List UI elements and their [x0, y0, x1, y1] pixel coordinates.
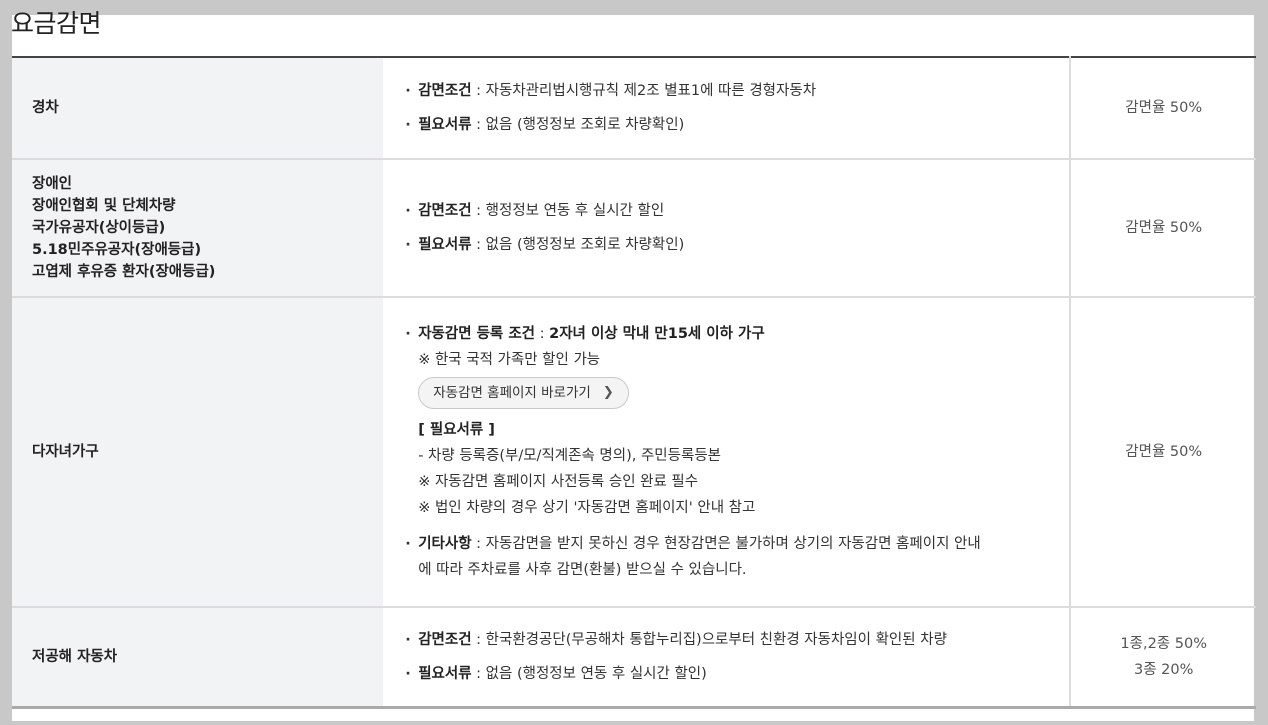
docs-term: 필요서류 — [418, 117, 472, 133]
bullet-icon: · — [405, 203, 411, 219]
docs-list-item: ※ 법인 차량의 경우 상기 '자동감면 홈페이지' 안내 참고 — [418, 500, 756, 516]
discount-rate: 1종,2종 50% — [1120, 635, 1207, 652]
nationality-note: ※ 한국 국적 가족만 할인 가능 — [418, 352, 601, 368]
row-label: 다자녀가구 — [32, 444, 99, 460]
docs-list-item: ※ 자동감면 홈페이지 사전등록 승인 완료 필수 — [418, 474, 699, 490]
row-label: 장애인 — [32, 176, 73, 192]
detail-cell: · 감면조건 : 한국환경공단(무공해차 통합누리집)으로부터 친환경 자동차임… — [383, 607, 1070, 707]
detail-cell: · 자동감면 등록 조건 : 2자녀 이상 막내 만15세 이하 가구 ※ 한국… — [383, 297, 1071, 608]
row-label: 고엽제 후유증 환자(장애등급) — [32, 264, 216, 280]
discount-rate: 감면율 50% — [1125, 100, 1203, 116]
etc-text: : 자동감면을 받지 못하신 경우 현장감면은 불가하며 상기의 자동감면 홈페… — [471, 536, 981, 552]
row-label: 5.18민주유공자(장애등급) — [32, 242, 202, 258]
discount-rate: 3종 20% — [1133, 661, 1194, 678]
bullet-icon: · — [405, 83, 411, 99]
bullet-icon: · — [405, 631, 411, 648]
row-label: 국가유공자(상이등급) — [32, 220, 166, 236]
docs-term: 필요서류 — [418, 237, 472, 253]
discount-rate: 감면율 50% — [1125, 220, 1203, 236]
fee-discount-table: 경차 · 감면조건 : 자동차관리법시행규칙 제2조 별표1에 따른 경형자동차… — [12, 56, 1256, 709]
docs-text: : 없음 (행정정보 조회로 차량확인) — [471, 237, 685, 253]
condition-item: · 감면조건 : 자동차관리법시행규칙 제2조 별표1에 따른 경형자동차 — [405, 81, 1069, 101]
bullet-icon: · — [405, 665, 411, 682]
rate-cell: 감면율 50% — [1069, 159, 1256, 298]
row-label: 저공해 자동차 — [32, 648, 118, 665]
etc-term: 기타사항 — [418, 536, 472, 552]
bullet-icon: · — [405, 117, 411, 133]
docs-text: : 없음 (행정정보 연동 후 실시간 할인) — [471, 665, 707, 682]
registration-term: 자동감면 등록 조건 — [418, 326, 536, 342]
docs-item: · 필요서류 : 없음 (행정정보 조회로 차량확인) — [405, 235, 1069, 255]
condition-text: : 한국환경공단(무공해차 통합누리집)으로부터 친환경 자동차임이 확인된 차… — [471, 631, 947, 648]
table-row-disabled: 장애인 장애인협회 및 단체차량 국가유공자(상이등급) 5.18민주유공자(장… — [12, 159, 1256, 298]
docs-list-item: - 차량 등록증(부/모/직계존속 명의), 주민등록등본 — [418, 448, 722, 464]
label-cell: 장애인 장애인협회 및 단체차량 국가유공자(상이등급) 5.18민주유공자(장… — [12, 159, 384, 298]
table-row-low-emission: 저공해 자동차 · 감면조건 : 한국환경공단(무공해차 통합누리집)으로부터 … — [12, 607, 1256, 707]
table-row-light-car: 경차 · 감면조건 : 자동차관리법시행규칙 제2조 별표1에 따른 경형자동차… — [12, 57, 1256, 160]
condition-text: : 자동차관리법시행규칙 제2조 별표1에 따른 경형자동차 — [471, 83, 817, 99]
registration-text: 2자녀 이상 막내 만15세 이하 가구 — [549, 326, 765, 342]
table-row-multi-child: 다자녀가구 · 자동감면 등록 조건 : 2자녀 이상 막내 만15세 이하 가… — [12, 297, 1256, 608]
rate-cell: 감면율 50% — [1069, 297, 1256, 608]
registration-separator: : — [535, 326, 550, 342]
label-cell: 다자녀가구 — [12, 297, 384, 608]
auto-discount-homepage-button[interactable]: 자동감면 홈페이지 바로가기 ❯ — [418, 377, 629, 409]
detail-cell: · 감면조건 : 자동차관리법시행규칙 제2조 별표1에 따른 경형자동차 · … — [383, 57, 1071, 160]
docs-item: · 필요서류 : 없음 (행정정보 연동 후 실시간 할인) — [405, 664, 1069, 684]
bullet-icon: · — [405, 237, 411, 253]
bullet-icon: · — [405, 326, 411, 342]
docs-heading: [ 필요서류 ] — [418, 422, 495, 438]
docs-term: 필요서류 — [418, 665, 472, 682]
rate-cell: 감면율 50% — [1069, 57, 1256, 160]
row-label: 경차 — [32, 100, 59, 116]
label-cell: 저공해 자동차 — [12, 607, 384, 707]
condition-term: 감면조건 — [418, 631, 472, 648]
condition-term: 감면조건 — [418, 83, 472, 99]
condition-item: · 감면조건 : 한국환경공단(무공해차 통합누리집)으로부터 친환경 자동차임… — [405, 630, 1069, 650]
registration-item: · 자동감면 등록 조건 : 2자녀 이상 막내 만15세 이하 가구 — [405, 321, 1069, 347]
row-label: 장애인협회 및 단체차량 — [32, 198, 176, 214]
label-cell: 경차 — [12, 57, 384, 160]
chevron-right-icon: ❯ — [602, 385, 614, 400]
detail-cell: · 감면조건 : 행정정보 연동 후 실시간 할인 · 필요서류 : 없음 (행… — [383, 159, 1071, 298]
condition-term: 감면조건 — [418, 203, 472, 219]
condition-text: : 행정정보 연동 후 실시간 할인 — [471, 203, 665, 219]
condition-item: · 감면조건 : 행정정보 연동 후 실시간 할인 — [405, 201, 1069, 221]
docs-text: : 없음 (행정정보 조회로 차량확인) — [471, 117, 685, 133]
etc-text-continued: 에 따라 주차료를 사후 감면(환불) 받으실 수 있습니다. — [418, 562, 747, 578]
page-title: 요금감면 — [11, 9, 102, 38]
etc-item: · 기타사항 : 자동감면을 받지 못하신 경우 현장감면은 불가하며 상기의 … — [405, 531, 1069, 557]
rate-cell: 1종,2종 50% 3종 20% — [1069, 607, 1256, 707]
discount-rate: 감면율 50% — [1125, 444, 1203, 460]
button-label: 자동감면 홈페이지 바로가기 — [433, 385, 591, 401]
bullet-icon: · — [405, 536, 411, 552]
docs-item: · 필요서류 : 없음 (행정정보 조회로 차량확인) — [405, 115, 1069, 135]
